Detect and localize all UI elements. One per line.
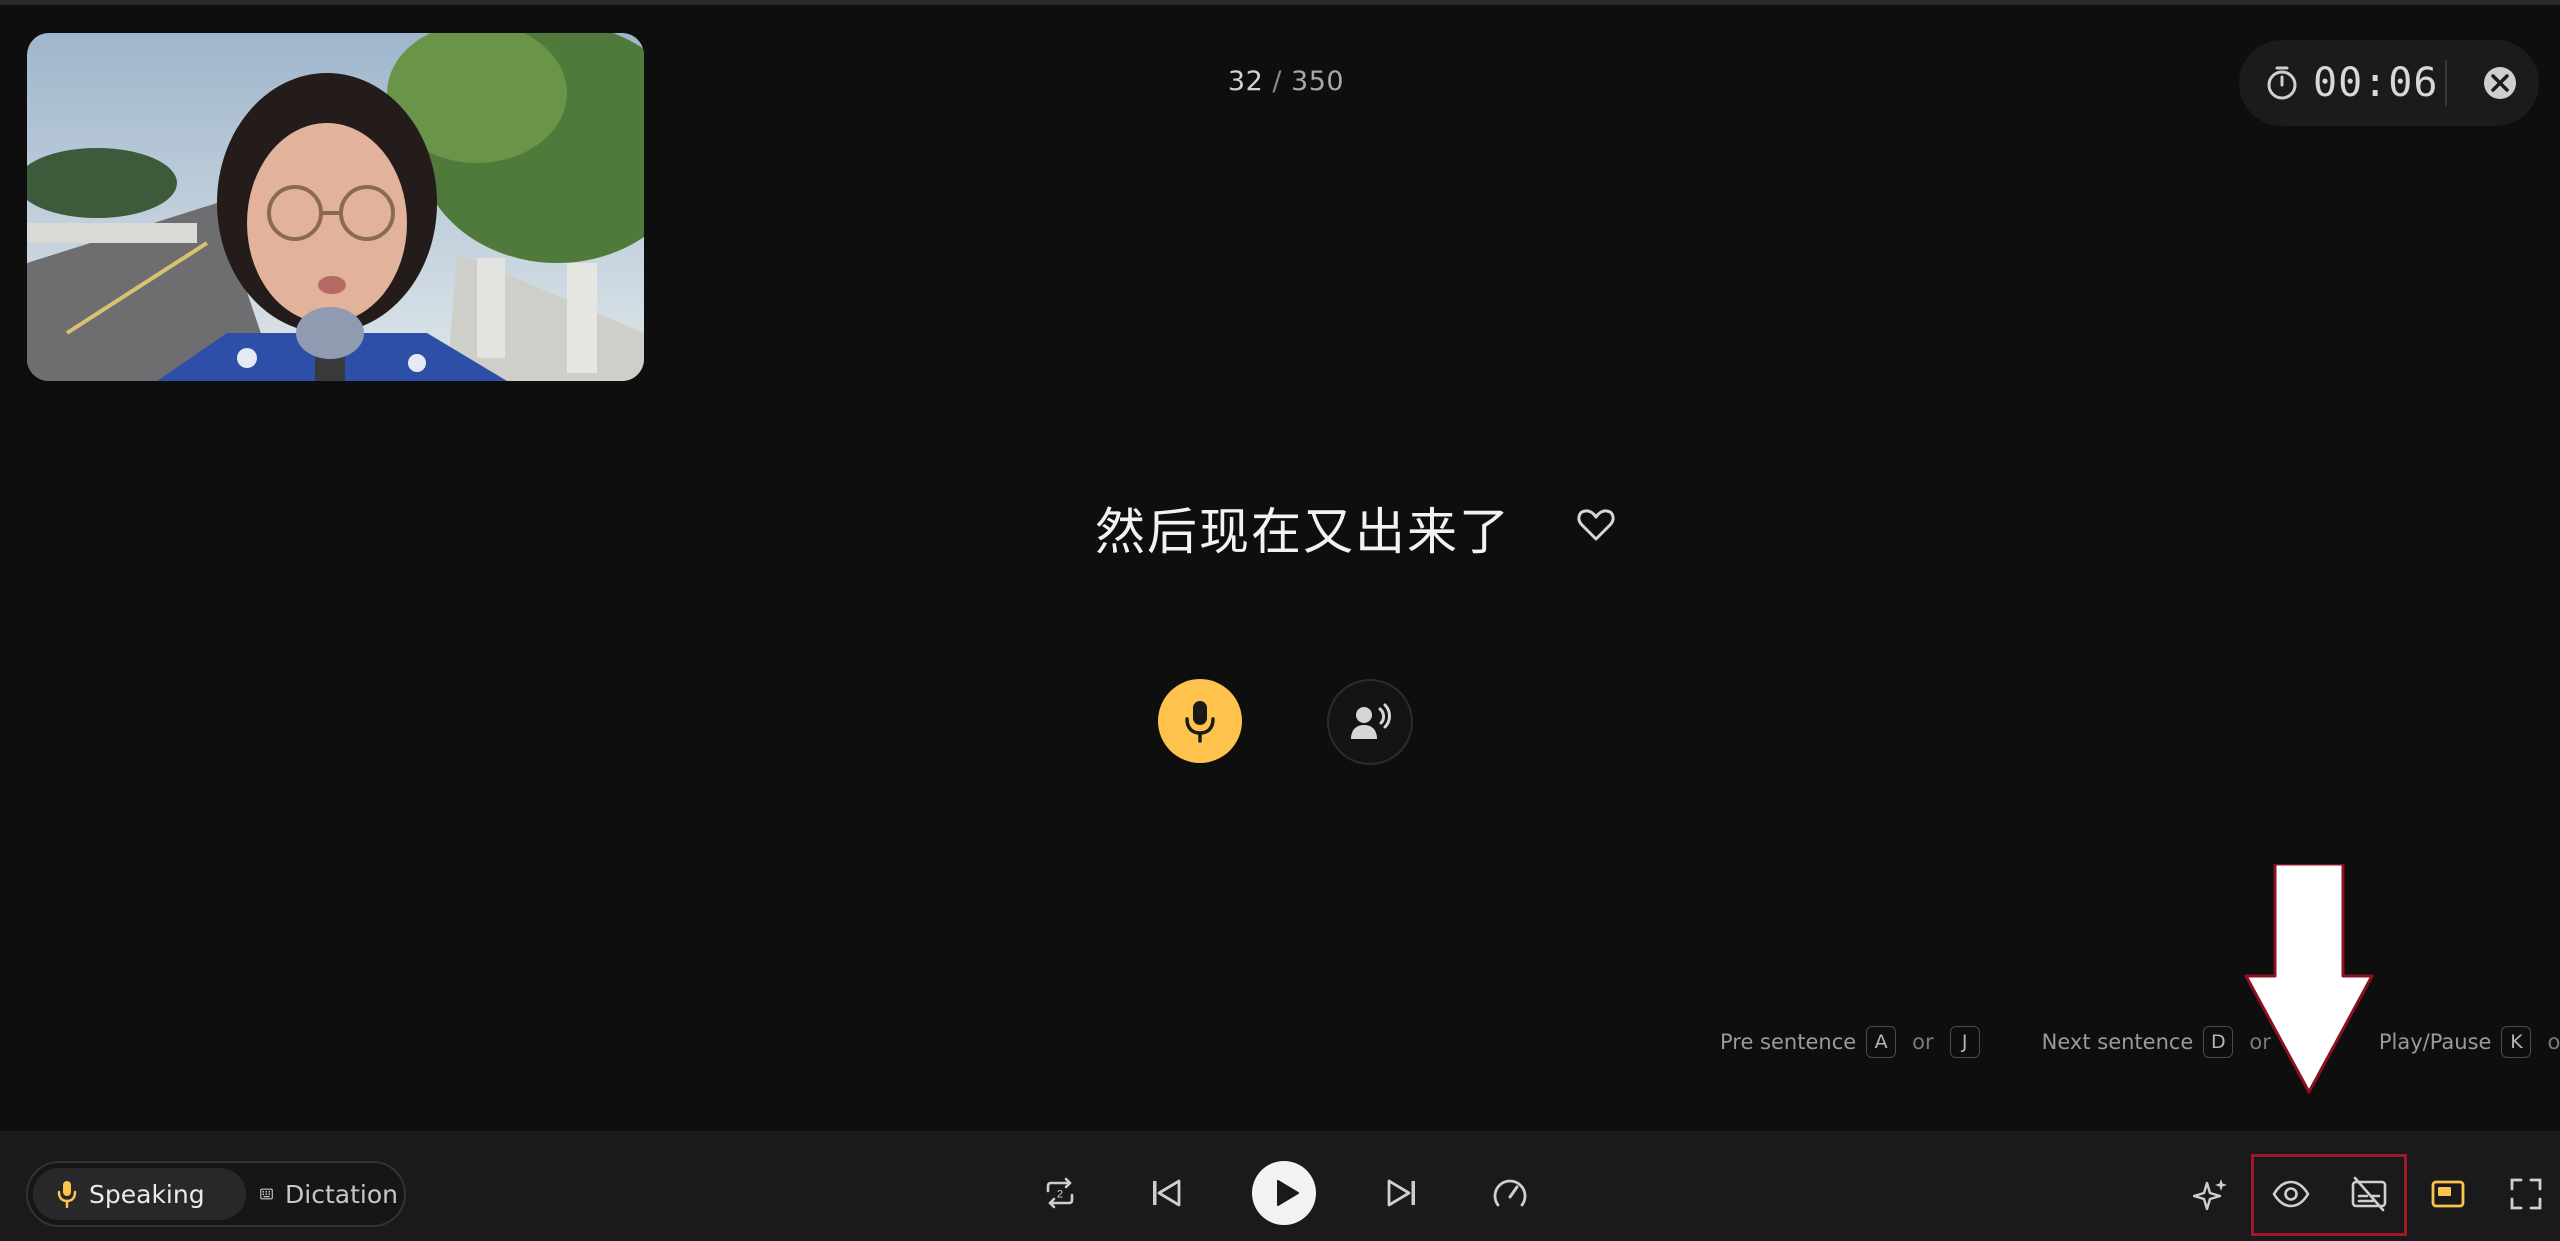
sentence-text: 然后现在又出来了 [1095,503,1511,561]
timer: 00:06 [2239,40,2539,126]
play-icon [1277,1180,1299,1206]
stopwatch-icon [2267,66,2297,100]
current-index: 32 [1227,66,1264,97]
record-button[interactable] [1158,679,1242,763]
close-icon [2484,67,2516,99]
speaker-person-icon [1351,703,1391,739]
shortcut-key: J [1949,1026,1980,1058]
close-button[interactable] [2480,63,2520,103]
total-count: 350 [1291,66,1345,97]
loop-button[interactable]: 2 [1042,1175,1078,1211]
shortcut-or: or [1912,1030,1934,1054]
timer-divider [2445,60,2447,106]
listen-recording-button[interactable] [1327,679,1413,765]
keyboard-icon [260,1188,273,1200]
highlight-annotation [2251,1154,2407,1236]
shortcut-or: or [2547,1030,2560,1054]
shortcut-pre-sentence: Pre sentence A or J [1720,1026,1990,1058]
top-border [0,0,2560,5]
fullscreen-icon [2510,1178,2542,1210]
layout-panel-button[interactable] [2431,1179,2465,1209]
microphone-icon [57,1181,77,1208]
sentence-counter: 32 / 350 [1180,66,1392,97]
fullscreen-button[interactable] [2509,1177,2543,1211]
shortcut-key: K [2501,1026,2532,1058]
sparkle-icon [2192,1179,2227,1211]
shortcut-label: Play/Pause [2378,1030,2492,1054]
mode-toggle: Speaking Dictation [26,1161,406,1227]
heart-icon [1577,509,1615,541]
next-icon [1387,1179,1415,1207]
video-player[interactable] [27,33,644,381]
video-frame [27,33,644,381]
shortcut-key: A [1866,1026,1897,1058]
speed-icon [1493,1179,1527,1207]
next-sentence-button[interactable] [1383,1175,1419,1211]
loop-count: 2 [1057,1189,1063,1201]
ai-assist-button[interactable] [2192,1177,2229,1213]
previous-icon [1153,1179,1181,1207]
down-arrow-icon [2244,864,2374,1094]
loop-icon: 2 [1046,1177,1074,1209]
panel-icon [2431,1180,2465,1208]
previous-sentence-button[interactable] [1149,1175,1185,1211]
shortcut-key: D [2203,1026,2234,1058]
shortcut-play-pause: Play/Pause K or S [2379,1026,2560,1058]
dictation-mode-button[interactable]: Dictation [248,1168,398,1220]
favorite-button[interactable] [1574,502,1618,546]
bottom-toolbar: Speaking Dictation 2 [0,1131,2560,1241]
counter-separator: / [1272,66,1282,97]
keyboard-shortcuts: Pre sentence A or J Next sentence D or L… [1720,1024,2560,1060]
shortcut-label: Next sentence [2041,1030,2194,1054]
shortcut-label: Pre sentence [1720,1030,1857,1054]
speaking-mode-button[interactable]: Speaking [33,1168,246,1220]
speaking-label: Speaking [89,1179,205,1209]
play-pause-button[interactable] [1252,1161,1316,1225]
timer-value: 00:06 [2313,60,2439,106]
playback-speed-button[interactable] [1491,1175,1529,1213]
dictation-label: Dictation [285,1179,398,1209]
microphone-icon [1185,701,1215,743]
